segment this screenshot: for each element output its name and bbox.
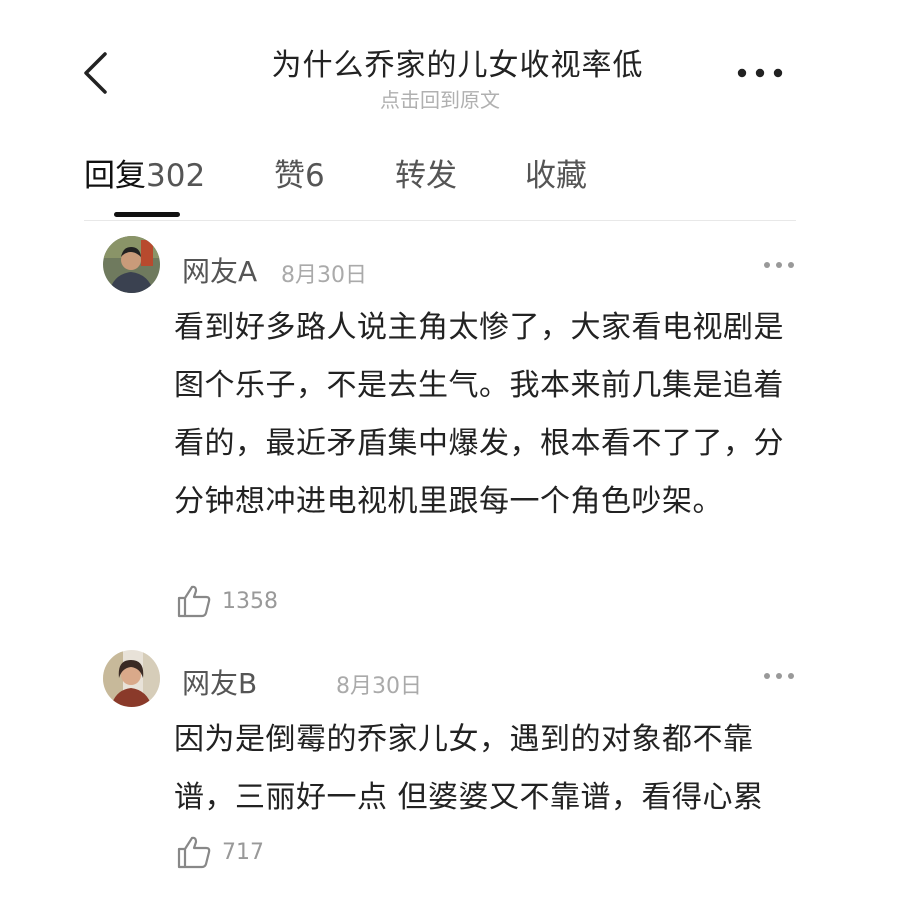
more-dots-icon bbox=[764, 262, 794, 268]
comment-date: 8月30日 bbox=[336, 674, 422, 699]
tab-favorites[interactable]: 收藏 bbox=[525, 150, 587, 195]
top-bar: 为什么乔家的儿女收视率低 点击回到原文 bbox=[0, 0, 915, 130]
tab-label: 收藏 bbox=[525, 158, 587, 194]
tab-bar: 回复302 赞6 转发 收藏 bbox=[84, 150, 796, 221]
thumbs-up-icon bbox=[177, 836, 211, 869]
comment-more-button[interactable] bbox=[762, 257, 796, 273]
avatar[interactable] bbox=[103, 650, 160, 707]
tab-replies[interactable]: 回复302 bbox=[84, 150, 205, 195]
tab-count: 6 bbox=[305, 158, 325, 194]
more-options-button[interactable] bbox=[734, 58, 786, 88]
tab-label: 转发 bbox=[395, 158, 457, 194]
like-count: 717 bbox=[222, 840, 264, 865]
avatar[interactable] bbox=[103, 236, 160, 293]
comment-text: 因为是倒霉的乔家儿女，遇到的对象都不靠谱，三丽好一点 但婆婆又不靠谱，看得心累 bbox=[174, 722, 764, 815]
back-to-original-link[interactable]: 点击回到原文 bbox=[0, 84, 880, 113]
like-count: 1358 bbox=[222, 589, 278, 614]
tab-label: 赞 bbox=[274, 158, 305, 194]
comment-username[interactable]: 网友B bbox=[182, 662, 257, 702]
tab-likes[interactable]: 赞6 bbox=[274, 150, 325, 195]
tab-label: 回复 bbox=[84, 158, 146, 194]
more-dots-icon bbox=[764, 673, 794, 679]
comment-more-button[interactable] bbox=[762, 668, 796, 684]
thumbs-up-icon bbox=[177, 585, 211, 618]
active-tab-indicator bbox=[114, 212, 180, 217]
comment-username[interactable]: 网友A bbox=[182, 250, 257, 290]
comment-date: 8月30日 bbox=[281, 263, 367, 288]
tab-reposts[interactable]: 转发 bbox=[395, 150, 457, 195]
more-dots-icon bbox=[737, 68, 783, 78]
tab-count: 302 bbox=[146, 158, 206, 194]
comment-text: 看到好多路人说主角太惨了，大家看电视剧是图个乐子，不是去生气。我本来前几集是追着… bbox=[174, 310, 784, 519]
